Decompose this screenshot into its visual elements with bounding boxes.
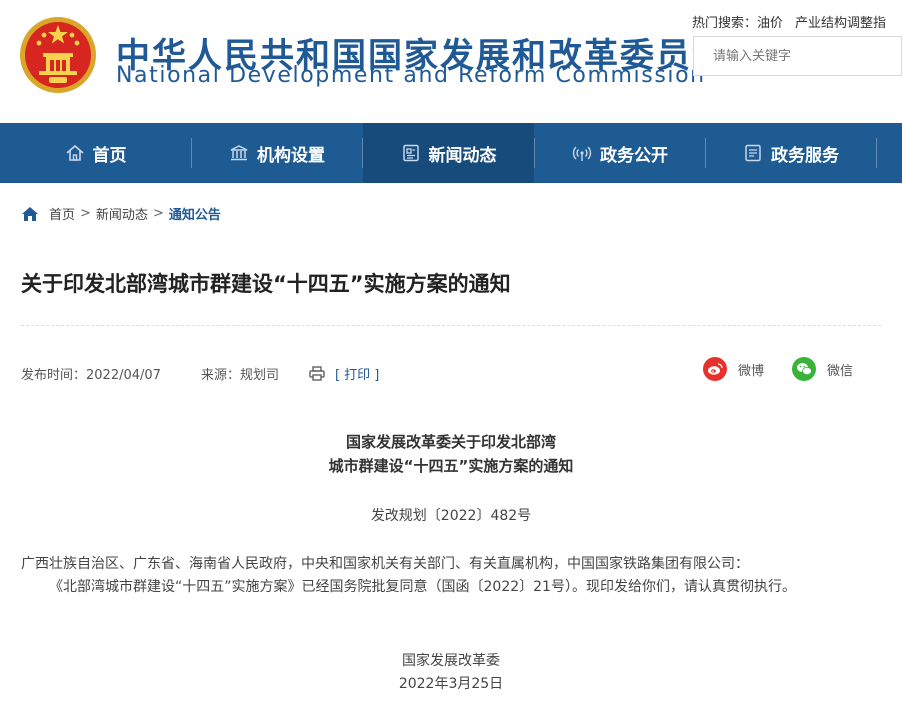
article-body: 广西壮族自治区、广东省、海南省人民政府，中央和国家机关有关部门、有关直属机构，中…	[21, 553, 883, 599]
breadcrumb-separator: >	[80, 206, 91, 221]
share-wechat[interactable]: 微信	[792, 357, 853, 381]
hot-search: 热门搜索：油价 产业结构调整指	[692, 12, 898, 31]
hot-keyword-oil-price[interactable]: 油价	[757, 16, 783, 31]
nav-item-services[interactable]: 政务服务	[706, 123, 876, 183]
printer-icon	[309, 366, 325, 381]
nav-item-news[interactable]: 新闻动态	[363, 123, 534, 183]
search-input[interactable]	[694, 37, 893, 75]
article-meta: 发布时间：2022/04/07 来源：规划司 [ 打印 ]	[21, 364, 379, 383]
share-weibo[interactable]: 微博	[703, 357, 764, 381]
breadcrumb-news[interactable]: 新闻动态	[96, 204, 148, 223]
nav-label-home: 首页	[92, 145, 127, 166]
hot-keyword-industry[interactable]: 产业结构调整指	[795, 16, 886, 31]
publish-date: 发布时间：2022/04/07	[21, 368, 161, 383]
title-divider	[21, 325, 881, 326]
weibo-icon	[703, 357, 727, 381]
sign-date: 2022年3月25日	[398, 676, 504, 692]
home-icon[interactable]	[21, 206, 39, 222]
nav-divider	[876, 138, 877, 168]
site-header: 中华人民共和国国家发展和改革委员会 National Development a…	[0, 0, 902, 123]
nav-label-news: 新闻动态	[428, 145, 497, 166]
hot-search-label: 热门搜索：	[692, 16, 758, 31]
nav-item-home[interactable]: 首页	[0, 123, 191, 183]
body-paragraph: 《北部湾城市群建设“十四五”实施方案》已经国务院批复同意（国函〔2022〕21号…	[49, 579, 796, 595]
national-emblem-icon[interactable]	[19, 15, 97, 95]
site-title-en[interactable]: National Development and Reform Commissi…	[116, 63, 706, 88]
recipients: 广西壮族自治区、广东省、海南省人民政府，中央和国家机关有关部门、有关直属机构，中…	[21, 556, 749, 572]
wechat-icon	[792, 357, 816, 381]
breadcrumb-home[interactable]: 首页	[49, 204, 75, 223]
article-title: 关于印发北部湾城市群建设“十四五”实施方案的通知	[21, 272, 511, 296]
nav-label-government-affairs: 政务公开	[600, 145, 668, 166]
document-title-line-2: 城市群建设“十四五”实施方案的通知	[328, 457, 574, 475]
nav-label-institution: 机构设置	[257, 145, 325, 166]
article-source: 来源：规划司	[200, 368, 279, 383]
print-label: [ 打印 ]	[334, 368, 380, 383]
document-number: 发改规划〔2022〕482号	[370, 508, 532, 524]
signature-block: 国家发展改革委 2022年3月25日	[0, 650, 902, 696]
document-title: 国家发展改革委关于印发北部湾 城市群建设“十四五”实施方案的通知	[0, 430, 902, 478]
signature: 国家发展改革委	[402, 653, 500, 669]
service-icon	[745, 144, 761, 162]
news-icon	[402, 144, 419, 162]
institution-icon	[230, 145, 248, 161]
share-wechat-label: 微信	[827, 363, 854, 379]
breadcrumb-current[interactable]: 通知公告	[169, 204, 221, 223]
breadcrumb: 首页 > 新闻动态 > 通知公告	[21, 204, 221, 223]
print-button[interactable]: [ 打印 ]	[309, 364, 379, 383]
nav-item-institution[interactable]: 机构设置	[192, 123, 362, 183]
search-box[interactable]	[693, 36, 902, 76]
broadcast-icon	[572, 146, 592, 161]
main-nav: 首页 机构设置 新闻动态 政务公开 政务服务	[0, 123, 902, 183]
nav-label-services: 政务服务	[771, 145, 839, 166]
document-title-line-1: 国家发展改革委关于印发北部湾	[345, 433, 556, 451]
home-icon	[65, 144, 84, 161]
share-weibo-label: 微博	[738, 363, 765, 379]
nav-item-government-affairs[interactable]: 政务公开	[535, 123, 705, 183]
breadcrumb-separator: >	[152, 206, 164, 221]
